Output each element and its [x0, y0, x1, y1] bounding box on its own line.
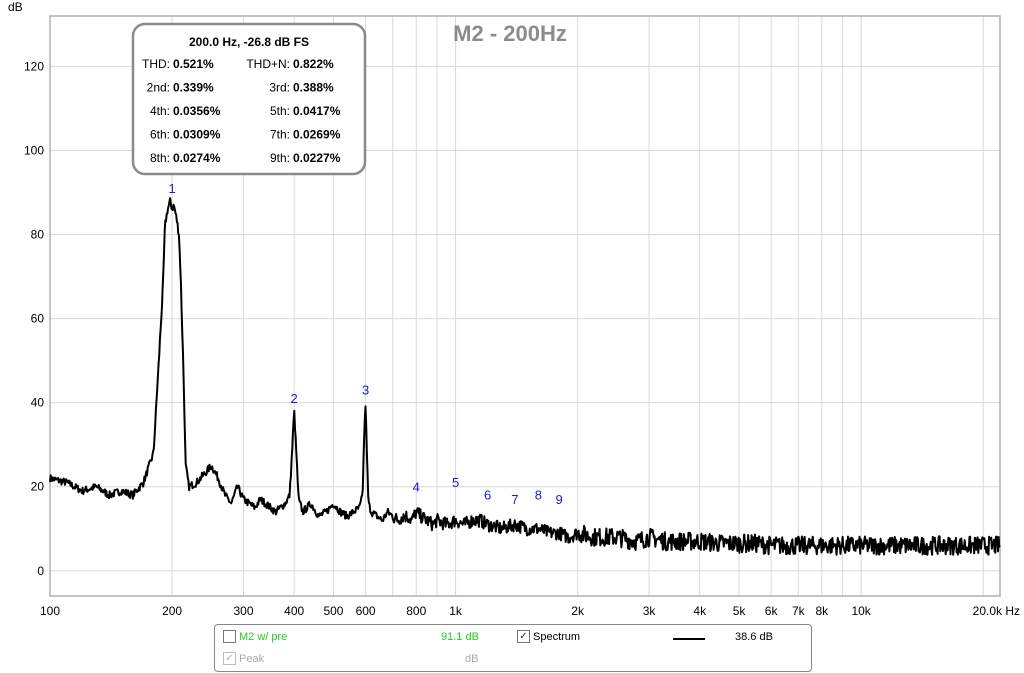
- harmonic-marker-8: 8: [535, 488, 542, 503]
- m2-value: 91.1 dB: [441, 631, 479, 643]
- y-tick-label: 100: [24, 143, 44, 157]
- y-tick-label: 20: [31, 480, 45, 494]
- x-tick-label: 100: [40, 604, 60, 618]
- thd-row-value: 0.0227%: [293, 151, 341, 165]
- y-tick-label: 60: [31, 312, 45, 326]
- chart-title: M2 - 200Hz: [453, 21, 567, 46]
- x-tick-label: 1k: [449, 604, 463, 618]
- y-tick-label: 120: [24, 59, 44, 73]
- thd-row-label: 2nd:: [147, 81, 170, 95]
- m2-label: M2 w/ pre: [239, 631, 288, 643]
- y-tick-label: 0: [37, 564, 44, 578]
- thd-row-value: 0.822%: [293, 57, 334, 71]
- x-tick-label: 2k: [571, 604, 585, 618]
- x-tick-label: 20.0k Hz: [973, 604, 1020, 618]
- x-tick-label: 7k: [792, 604, 806, 618]
- y-tick-label: 40: [31, 396, 45, 410]
- thd-row-label: 4th:: [150, 104, 170, 118]
- x-tick-label: 4k: [693, 604, 707, 618]
- x-tick-label: 3k: [643, 604, 657, 618]
- x-tick-label: 600: [356, 604, 376, 618]
- thd-row-label: THD+N:: [246, 57, 290, 71]
- x-tick-label: 200: [162, 604, 182, 618]
- x-tick-label: 800: [406, 604, 426, 618]
- harmonic-marker-9: 9: [555, 492, 562, 507]
- thd-row-value: 0.0269%: [293, 128, 341, 142]
- spectrum-series-line: [49, 197, 1001, 556]
- peak-checkbox[interactable]: ✓: [223, 652, 236, 665]
- harmonic-marker-1: 1: [168, 181, 175, 196]
- thd-row-label: 9th:: [270, 151, 290, 165]
- legend-row-peak: ✓ Peak dB: [215, 650, 811, 670]
- spectrum-value: 38.6 dB: [735, 631, 773, 643]
- thd-row-label: 7th:: [270, 128, 290, 142]
- x-tick-labels: 100 200 300 400 500 600 800 1k 2k 3k 4k 5k 6k 7k 8k 10k…: [40, 604, 1020, 618]
- thd-header: 200.0 Hz, -26.8 dB FS: [189, 35, 309, 49]
- thd-row-label: 5th:: [270, 104, 290, 118]
- thd-row-label: 8th:: [150, 151, 170, 165]
- x-tick-label: 8k: [815, 604, 829, 618]
- peak-label: Peak: [239, 653, 265, 665]
- thd-row-value: 0.0274%: [173, 151, 221, 165]
- thd-row-value: 0.0417%: [293, 104, 341, 118]
- thd-row-value: 0.0309%: [173, 128, 221, 142]
- y-tick-labels: 0 20 40 60 80 100 120: [24, 59, 44, 577]
- spectrum-checkbox[interactable]: ✓: [517, 630, 530, 643]
- x-tick-label: 10k: [851, 604, 871, 618]
- thd-row-value: 0.339%: [173, 81, 214, 95]
- harmonic-marker-5: 5: [452, 475, 459, 490]
- y-tick-label: 80: [31, 228, 45, 242]
- y-axis-label: dB: [8, 0, 23, 14]
- spectrum-label: Spectrum: [533, 631, 581, 643]
- thd-row-label: 6th:: [150, 128, 170, 142]
- legend-row-m2: M2 w/ pre 91.1 dB ✓ Spectrum 38.6 dB: [215, 628, 811, 648]
- harmonic-marker-4: 4: [413, 479, 420, 494]
- thd-row-label: THD:: [142, 57, 170, 71]
- x-tick-label: 5k: [733, 604, 747, 618]
- thd-row-value: 0.521%: [173, 57, 214, 71]
- harmonic-marker-6: 6: [484, 488, 491, 503]
- harmonic-marker-2: 2: [291, 391, 298, 406]
- spectrum-chart: dB M2 - 200Hz 0 20 40 60 80 100 120 100 200 300 4…: [8, 0, 1020, 618]
- thd-info-box: 200.0 Hz, -26.8 dB FS THD: 0.521% THD+N: 0.…: [131, 22, 367, 176]
- thd-row-value: 0.0356%: [173, 104, 221, 118]
- harmonic-marker-7: 7: [511, 492, 518, 507]
- m2-checkbox[interactable]: [223, 630, 236, 643]
- harmonic-marker-3: 3: [362, 383, 369, 398]
- x-tick-label: 400: [284, 604, 304, 618]
- x-tick-label: 300: [233, 604, 253, 618]
- legend-panel: M2 w/ pre 91.1 dB ✓ Spectrum 38.6 dB ✓ P…: [214, 624, 812, 672]
- x-tick-label: 6k: [765, 604, 779, 618]
- thd-row-label: 3rd:: [269, 81, 290, 95]
- x-tick-label: 500: [323, 604, 343, 618]
- thd-row-value: 0.388%: [293, 81, 334, 95]
- spectrum-line-swatch: [673, 638, 705, 640]
- peak-value: dB: [465, 653, 479, 665]
